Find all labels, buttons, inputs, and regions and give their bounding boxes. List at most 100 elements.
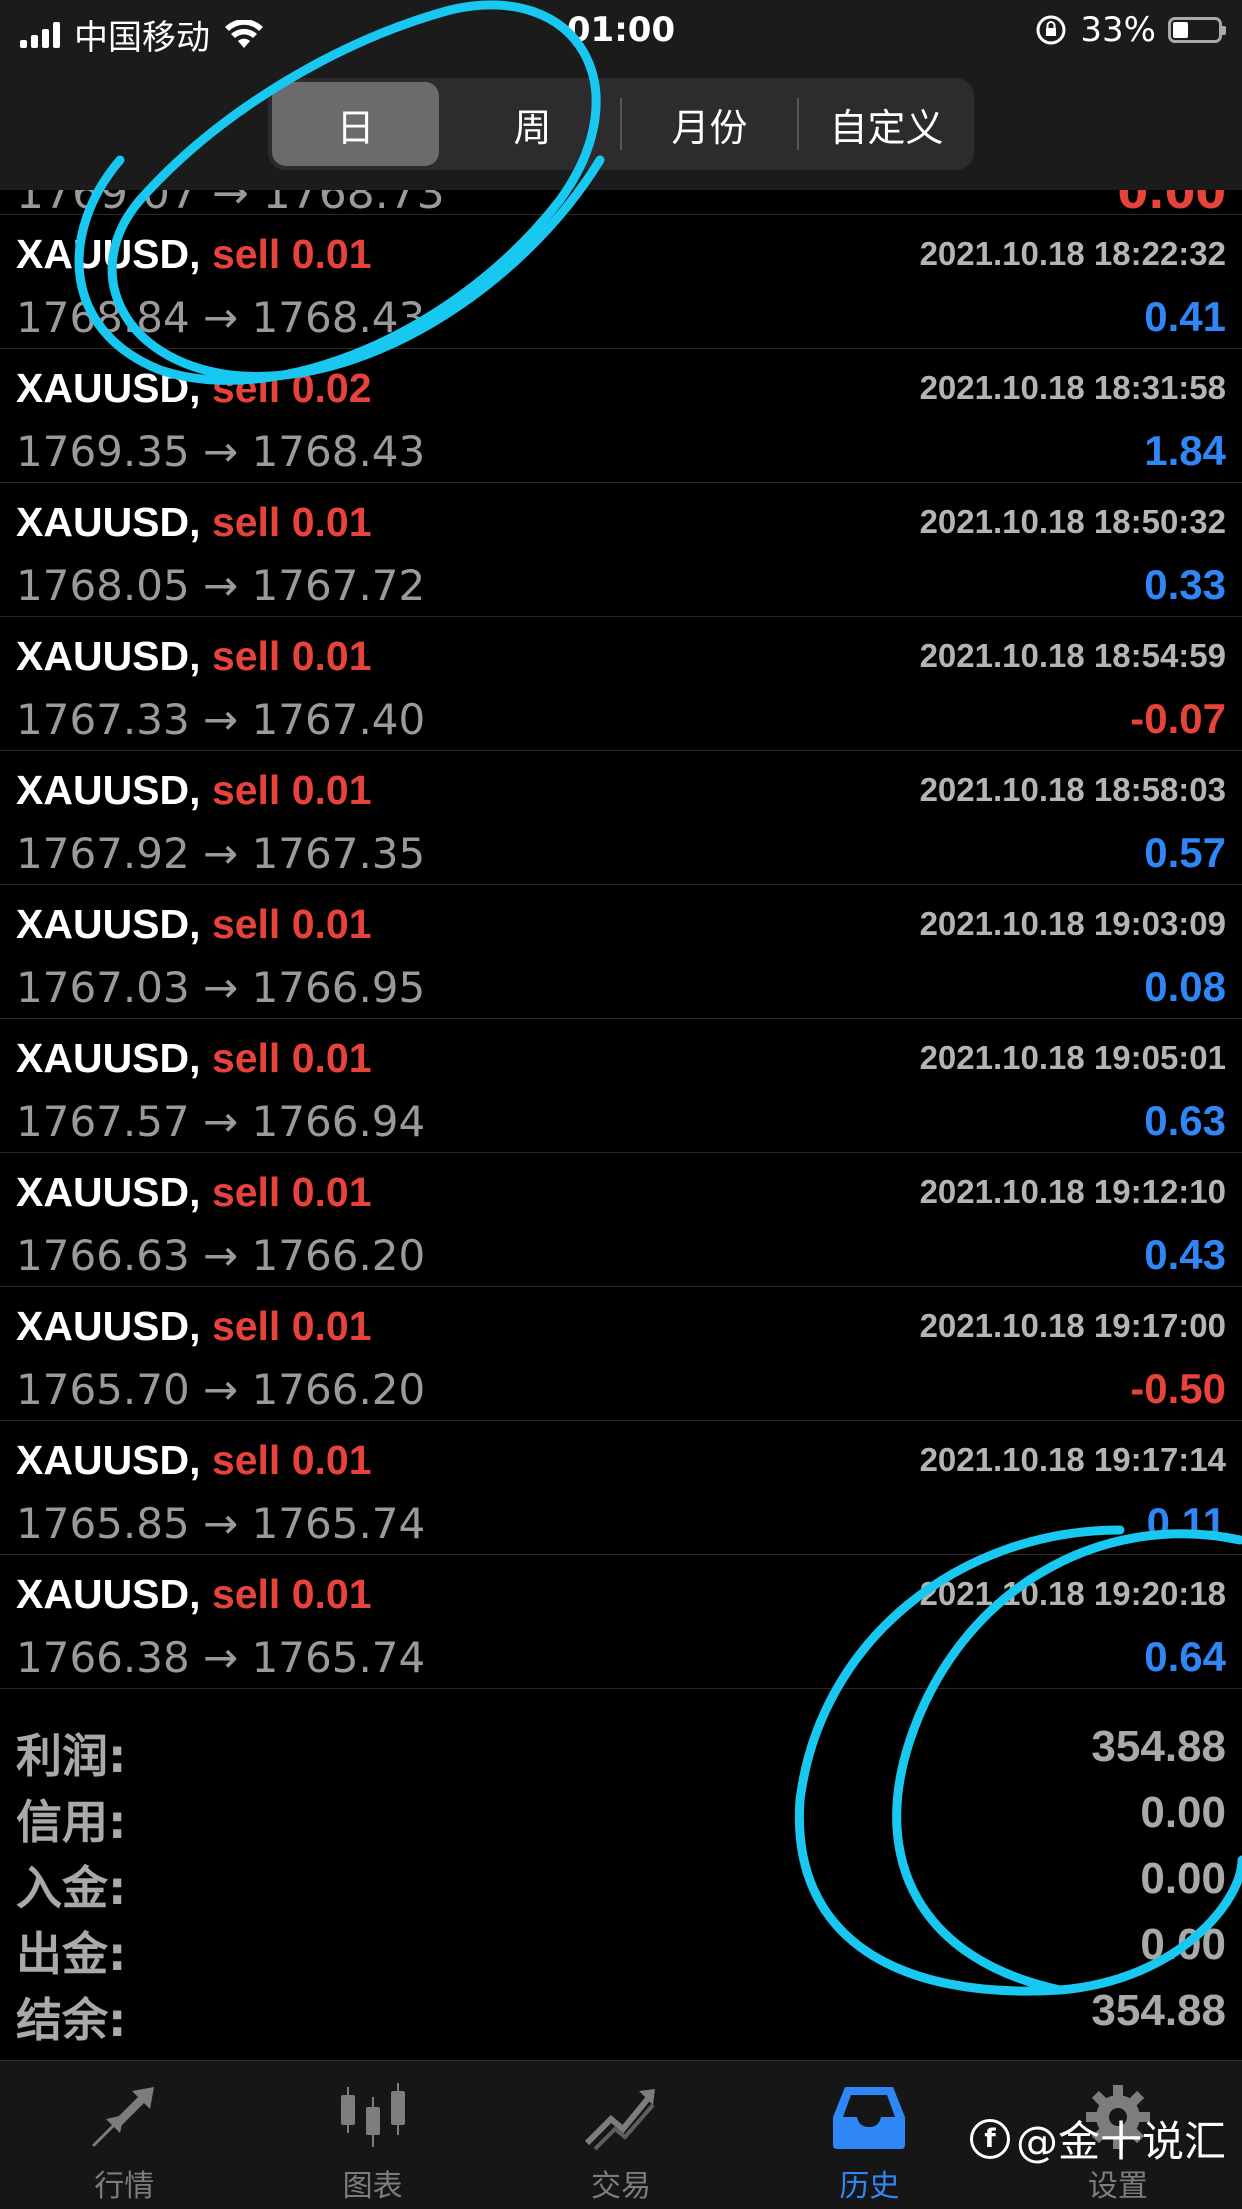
trade-time: 2021.10.18 19:20:18 (919, 1575, 1226, 1612)
trade-title: XAUUSD, sell 0.01 (16, 499, 372, 546)
trade-profit: -0.07 (1130, 695, 1226, 742)
trade-profit: 0.41 (1144, 293, 1226, 340)
history-inbox-icon (833, 2087, 906, 2149)
trade-time: 2021.10.18 19:12:10 (919, 1173, 1226, 1210)
trade-profit: 0.00 (1117, 190, 1226, 214)
list-item[interactable]: XAUUSD, sell 0.01 2021.10.18 19:05:01 1767… (0, 1019, 1242, 1153)
tab-week[interactable]: 周 (449, 82, 616, 166)
trade-time: 2021.10.18 19:17:00 (919, 1307, 1226, 1344)
summary-label: 入金: (16, 1861, 127, 1915)
trade-profit: 0.11 (1146, 1499, 1226, 1546)
trade-title: XAUUSD, sell 0.01 (16, 1571, 372, 1618)
list-item[interactable]: XAUUSD, sell 0.01 2021.10.18 18:50:32 1768… (0, 483, 1242, 617)
account-summary: 利润: 354.88 信用: 0.00 入金: 0.00 出金: 0.00 结余: 354.88 (0, 1712, 1242, 2047)
list-item[interactable]: XAUUSD, sell 0.02 2021.10.18 18:31:58 1769… (0, 349, 1242, 483)
trade-side: sell 0.01 (211, 1571, 372, 1617)
list-item[interactable]: XAUUSD, sell 0.01 2021.10.18 18:22:32 1768… (0, 215, 1242, 349)
battery-icon (1168, 17, 1226, 43)
list-item[interactable]: XAUUSD, sell 0.01 2021.10.18 19:12:10 1766… (0, 1153, 1242, 1287)
summary-value: 0.00 (1140, 1854, 1226, 1903)
trade-title: XAUUSD, sell 0.02 (16, 365, 372, 412)
trade-title: XAUUSD, sell 0.01 (16, 901, 372, 948)
trade-profit: 1.84 (1144, 427, 1226, 474)
trade-profit: 0.64 (1144, 1633, 1226, 1680)
battery-percent: 33% (1080, 10, 1156, 50)
summary-row: 信用: 0.00 (0, 1778, 1242, 1849)
tab-history[interactable]: 历史 (745, 2061, 993, 2209)
trade-history-list[interactable]: 1769.07 → 1768.73 0.00 XAUUSD, sell 0.01… (0, 190, 1242, 1689)
trade-profit: 0.57 (1144, 829, 1226, 876)
watermark-logo-icon: f (969, 2118, 1010, 2159)
trade-line-icon (584, 2089, 656, 2151)
summary-label: 结余: (16, 1993, 127, 2047)
status-right: 33% (1034, 10, 1226, 50)
list-item[interactable]: XAUUSD, sell 0.01 2021.10.18 19:17:00 1765… (0, 1287, 1242, 1421)
tab-month[interactable]: 月份 (626, 82, 793, 166)
trade-symbol: XAUUSD, (16, 1303, 201, 1349)
trade-symbol: XAUUSD, (16, 1571, 201, 1617)
tab-custom[interactable]: 自定义 (803, 82, 970, 166)
tab-trade[interactable]: 交易 (497, 2061, 745, 2209)
trade-symbol: XAUUSD, (16, 901, 201, 947)
quotes-arrows-icon (92, 2087, 155, 2147)
trade-profit: 0.08 (1144, 963, 1226, 1010)
list-item[interactable]: XAUUSD, sell 0.01 2021.10.18 19:17:14 1765… (0, 1421, 1242, 1555)
battery-level (1173, 22, 1188, 38)
trade-time: 2021.10.18 18:58:03 (919, 771, 1226, 808)
segment-divider (620, 98, 622, 150)
summary-value: 0.00 (1140, 1788, 1226, 1837)
trade-side: sell 0.01 (211, 231, 372, 277)
header: 日 周 月份 自定义 (0, 62, 1242, 190)
status-bar: 中国移动 01:00 33% (0, 0, 1242, 62)
trade-prices: 1767.92 → 1767.35 (16, 829, 426, 878)
trade-prices: 1767.33 → 1767.40 (16, 695, 426, 744)
watermark: f @金十说汇 (969, 2108, 1226, 2169)
trade-title: XAUUSD, sell 0.01 (16, 231, 372, 278)
trade-time: 2021.10.18 18:50:32 (919, 503, 1226, 540)
trade-prices: 1767.03 → 1766.95 (16, 963, 426, 1012)
trade-time: 2021.10.18 18:22:32 (919, 235, 1226, 272)
tab-label: 图表 (342, 2169, 403, 2204)
trade-time: 2021.10.18 19:17:14 (919, 1441, 1226, 1478)
list-item[interactable]: XAUUSD, sell 0.01 2021.10.18 19:03:09 1767… (0, 885, 1242, 1019)
summary-row: 出金: 0.00 (0, 1910, 1242, 1981)
trade-side: sell 0.01 (211, 1169, 372, 1215)
trade-profit: -0.50 (1130, 1365, 1226, 1412)
summary-row: 入金: 0.00 (0, 1844, 1242, 1915)
trade-time: 2021.10.18 18:54:59 (919, 637, 1226, 674)
summary-row: 利润: 354.88 (0, 1712, 1242, 1783)
tab-chart[interactable]: 图表 (248, 2061, 496, 2209)
summary-row: 结余: 354.88 (0, 1976, 1242, 2047)
trade-time: 2021.10.18 18:31:58 (919, 369, 1226, 406)
trade-side: sell 0.01 (211, 633, 372, 679)
trade-title: XAUUSD, sell 0.01 (16, 1169, 372, 1216)
trade-prices: 1766.63 → 1766.20 (16, 1231, 426, 1280)
trade-prices: 1766.38 → 1765.74 (16, 1633, 426, 1682)
tab-label: 行情 (94, 2169, 155, 2204)
trade-side: sell 0.01 (211, 1303, 372, 1349)
trade-symbol: XAUUSD, (16, 633, 201, 679)
trade-prices: 1769.35 → 1768.43 (16, 427, 426, 476)
summary-value: 0.00 (1140, 1920, 1226, 1969)
tab-day[interactable]: 日 (272, 82, 439, 166)
trade-prices: 1767.57 → 1766.94 (16, 1097, 426, 1146)
list-item[interactable]: XAUUSD, sell 0.01 2021.10.18 18:54:59 1767… (0, 617, 1242, 751)
summary-label: 利润: (16, 1729, 127, 1783)
summary-label: 信用: (16, 1795, 127, 1849)
trade-title: XAUUSD, sell 0.01 (16, 1035, 372, 1082)
summary-value: 354.88 (1091, 1986, 1226, 2035)
tab-label: 交易 (591, 2169, 652, 2204)
list-item[interactable]: XAUUSD, sell 0.01 2021.10.18 18:58:03 1767… (0, 751, 1242, 885)
trade-symbol: XAUUSD, (16, 1437, 201, 1483)
trade-symbol: XAUUSD, (16, 767, 201, 813)
trade-prices: 1768.84 → 1768.43 (16, 293, 426, 342)
trade-title: XAUUSD, sell 0.01 (16, 1303, 372, 1350)
list-item-partial[interactable]: 1769.07 → 1768.73 0.00 (0, 190, 1242, 215)
trade-prices: 1768.05 → 1767.72 (16, 561, 426, 610)
tab-quotes[interactable]: 行情 (0, 2061, 248, 2209)
list-item[interactable]: XAUUSD, sell 0.01 2021.10.18 19:20:18 1766… (0, 1555, 1242, 1689)
trade-profit: 0.43 (1144, 1231, 1226, 1278)
trade-side: sell 0.01 (211, 767, 372, 813)
summary-value: 354.88 (1091, 1722, 1226, 1771)
trade-title: XAUUSD, sell 0.01 (16, 767, 372, 814)
